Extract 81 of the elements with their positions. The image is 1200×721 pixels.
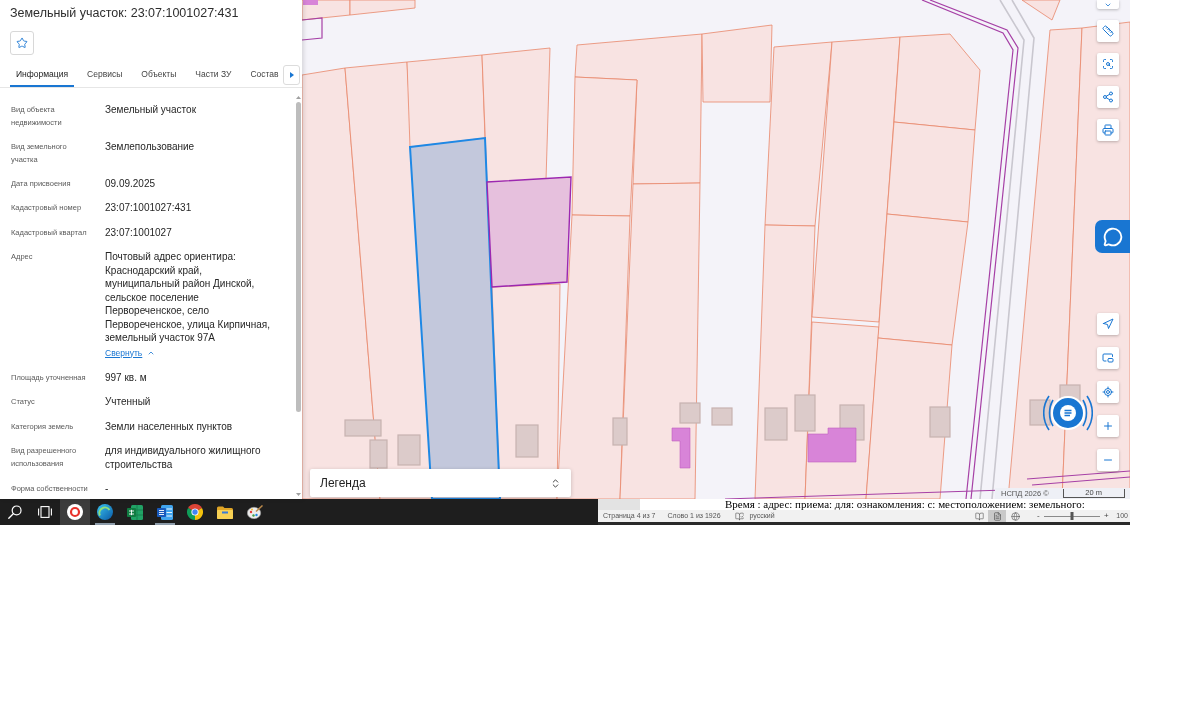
zoom-out-button[interactable]: [1097, 449, 1119, 471]
field-value: Землепользование: [105, 139, 195, 153]
caret-right-icon: [289, 72, 294, 78]
field-value: 23:07:1001027: [105, 225, 172, 239]
zoom-in-button[interactable]: +: [1102, 511, 1111, 521]
collapse-link[interactable]: Свернуть: [105, 347, 143, 358]
boundary-line: [302, 17, 323, 41]
task-view-icon: [38, 506, 52, 518]
assistant-tab[interactable]: [1095, 220, 1130, 253]
building-footprint: [369, 439, 388, 469]
favorite-button[interactable]: [10, 31, 34, 55]
scroll-down-arrow-icon[interactable]: [295, 493, 301, 496]
share-button[interactable]: [1097, 86, 1119, 108]
building-footprint: [612, 417, 628, 446]
picture-in-picture-icon: [1102, 352, 1114, 364]
building-footprint: [344, 419, 382, 437]
tab[interactable]: Части ЗУ: [189, 63, 238, 87]
print-icon: [1102, 124, 1114, 136]
ruler-icon: [1102, 25, 1114, 37]
spreadsheet-app-icon: [127, 504, 143, 520]
field-value: -: [105, 482, 109, 496]
palette-icon: [247, 505, 263, 519]
panel-title: Земельный участок: 23:07:1001027:431: [10, 5, 240, 22]
crosshair-icon: [1102, 386, 1114, 398]
zoom-slider[interactable]: [1044, 512, 1101, 520]
field-value: Земли населенных пунктов: [105, 419, 233, 433]
tab[interactable]: Информация: [10, 63, 75, 87]
minimap-button[interactable]: [1097, 347, 1119, 369]
field-value: Учтенный: [105, 395, 151, 409]
tab[interactable]: Сервисы: [81, 63, 129, 87]
page-icon: [992, 511, 1002, 521]
crosshair-button[interactable]: [1097, 381, 1119, 403]
building-footprint: [1029, 399, 1051, 426]
field-value: 997 кв. м: [105, 370, 147, 384]
taskbar-app-button[interactable]: [60, 499, 90, 525]
book-check-icon[interactable]: [734, 511, 744, 521]
segmented-circle-icon: [187, 504, 203, 520]
slider-thumb[interactable]: [1070, 512, 1074, 520]
chat-icon: [1060, 405, 1076, 421]
building-footprint: [764, 407, 788, 441]
building-footprint: [711, 407, 733, 426]
globe-icon: [1010, 511, 1020, 521]
tab[interactable]: Состав: [244, 63, 285, 87]
chevron-down-icon: [1104, 1, 1112, 9]
zoom-out-button[interactable]: -: [1034, 511, 1043, 521]
plus-icon: [1102, 420, 1114, 432]
document-text: Время : адрес: приема: для: ознакомления: с: местоположением: земельного:: [725, 499, 1086, 510]
land-parcel: [349, 0, 416, 16]
folder-icon: [217, 505, 233, 519]
print-button[interactable]: [1097, 119, 1119, 141]
location-arrow-icon: [1102, 318, 1114, 330]
chevrons-up-down-icon: [550, 477, 561, 489]
building-footprint: [671, 427, 691, 469]
zoom-in-button[interactable]: [1097, 415, 1119, 437]
building-footprint: [679, 402, 701, 424]
building-footprint: [397, 434, 421, 466]
scrollbar-thumb[interactable]: [295, 102, 301, 412]
field-value: Земельный участок: [105, 102, 196, 116]
field-value: 09.09.2025: [105, 176, 156, 190]
speech-bubble-icon: [1102, 226, 1123, 247]
disc-app-icon: [67, 504, 83, 520]
swirl-app-icon: [97, 504, 113, 520]
share-icon: [1102, 91, 1114, 103]
field-value: 23:07:1001027:431: [105, 201, 192, 215]
legend-dropdown[interactable]: Легенда: [310, 469, 571, 497]
ruler-button[interactable]: [1097, 20, 1119, 42]
open-book-icon: [974, 511, 984, 521]
search-icon: [8, 505, 22, 519]
building-footprint: [515, 424, 539, 458]
building-footprint: [929, 406, 951, 438]
tab[interactable]: Объекты: [135, 63, 183, 87]
document-app-icon: [157, 504, 173, 520]
field-value: для индивидуального жилищного строительства: [105, 444, 262, 471]
view-mode-button[interactable]: [988, 510, 1007, 522]
building-footprint: [303, 0, 318, 5]
area-search-button[interactable]: [1097, 53, 1119, 75]
tabs-scroll-button[interactable]: [283, 65, 300, 85]
scan-search-icon: [1102, 58, 1114, 70]
locate-button[interactable]: [1097, 313, 1119, 335]
field-value: Почтовый адрес ориентира: Краснодарский край, муниципальный район Динской, сельское поселение Первореченское, село Первореченское, улица Кирпичная, земельный участок 97А: [105, 250, 272, 345]
scroll-up-arrow-icon[interactable]: [295, 96, 301, 99]
